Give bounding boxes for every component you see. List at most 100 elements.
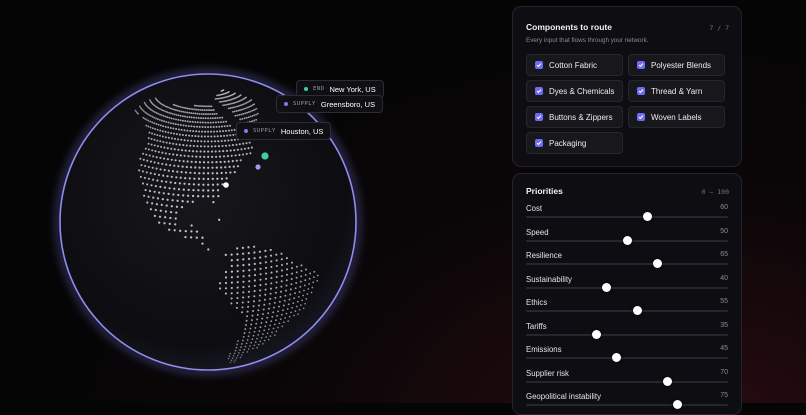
land-dot [218, 125, 221, 128]
land-dot [238, 153, 241, 157]
houston-marker[interactable] [223, 182, 229, 188]
land-dot [154, 208, 157, 212]
land-dot [270, 260, 273, 263]
priority-slider-track[interactable] [526, 357, 728, 359]
land-dot [262, 308, 265, 311]
priority-slider-track[interactable] [526, 333, 728, 336]
component-chip[interactable]: Dyes & Chemicals [526, 80, 623, 102]
land-dot [229, 149, 232, 152]
checkbox-checked-icon[interactable] [637, 87, 645, 95]
location-label-houston[interactable]: SUPPLY Houston, US [236, 122, 332, 140]
land-dot [203, 150, 206, 153]
land-dot [263, 303, 266, 306]
priority-slider-track[interactable] [526, 380, 728, 383]
location-label-greensboro[interactable]: SUPPLY Greensboro, US [276, 95, 384, 113]
component-chip[interactable]: Buttons & Zippers [526, 106, 623, 128]
component-chip[interactable]: Thread & Yarn [628, 80, 725, 102]
priority-slider-handle[interactable] [662, 376, 672, 386]
land-dot [270, 271, 273, 274]
land-dot [234, 106, 237, 108]
checkbox-checked-icon[interactable] [535, 139, 543, 147]
land-dot [264, 283, 267, 286]
land-dot [190, 112, 193, 115]
priority-slider-track[interactable] [526, 216, 728, 218]
land-dot [294, 310, 297, 312]
land-dot [271, 315, 274, 318]
land-dot [264, 249, 267, 252]
land-dot [242, 258, 245, 261]
land-dot [253, 290, 256, 293]
land-dot [193, 125, 196, 128]
land-dot [223, 125, 226, 128]
priority-label: Tariffs [526, 321, 547, 331]
land-dot [194, 135, 197, 138]
priority-slider-track[interactable] [526, 286, 728, 289]
land-dot [143, 176, 146, 179]
priority-slider-handle[interactable] [642, 212, 652, 221]
land-dot [250, 146, 253, 149]
checkbox-checked-icon[interactable] [535, 113, 543, 121]
priority-slider-handle[interactable] [652, 259, 662, 268]
land-dot [242, 280, 245, 283]
land-dot [215, 155, 218, 158]
priority-row: Ethics 55 [526, 298, 728, 321]
land-dot [241, 117, 244, 120]
land-dot [164, 130, 167, 133]
land-dot [153, 144, 156, 147]
land-dot [179, 106, 182, 108]
land-dot [236, 247, 239, 250]
priority-slider-handle[interactable] [602, 282, 612, 292]
land-dot [247, 111, 250, 114]
globe-map[interactable] [0, 0, 500, 403]
land-dot [237, 354, 239, 357]
priority-slider-handle[interactable] [622, 235, 632, 245]
checkbox-checked-icon[interactable] [535, 61, 543, 69]
checkbox-checked-icon[interactable] [637, 61, 645, 69]
land-dot [211, 172, 214, 175]
priority-slider-handle[interactable] [612, 353, 622, 362]
component-chip[interactable]: Cotton Fabric [526, 54, 623, 76]
land-dot [236, 114, 239, 117]
land-dot [178, 143, 181, 146]
land-dot [148, 189, 152, 193]
priority-slider-track[interactable] [526, 310, 728, 312]
land-dot [142, 152, 145, 155]
land-dot [241, 311, 244, 314]
land-dot [217, 140, 220, 143]
land-dot [175, 153, 179, 157]
priority-slider-track[interactable] [526, 263, 728, 265]
land-dot [236, 343, 239, 346]
greensboro-marker[interactable] [255, 164, 261, 170]
priority-row: Supplier risk 70 [526, 369, 728, 392]
land-dot [157, 173, 161, 176]
land-dot [248, 274, 251, 277]
land-dot [255, 107, 258, 110]
land-dot [250, 341, 253, 344]
land-dot [258, 294, 261, 297]
checkbox-checked-icon[interactable] [637, 113, 645, 121]
land-dot [188, 182, 191, 186]
component-chip[interactable]: Packaging [526, 132, 623, 154]
land-dot [180, 110, 183, 113]
component-chip[interactable]: Woven Labels [628, 106, 725, 128]
land-dot [237, 109, 240, 112]
land-dot [198, 166, 201, 169]
land-dot [183, 129, 186, 132]
globe-view[interactable]: END New York, US SUPPLY Greensboro, US S… [0, 0, 500, 403]
land-dot [223, 104, 226, 107]
checkbox-checked-icon[interactable] [535, 87, 543, 95]
component-chip[interactable]: Polyester Blends [628, 54, 725, 76]
land-dot [146, 113, 149, 115]
land-dot [303, 284, 306, 287]
priority-slider-handle[interactable] [673, 400, 682, 409]
priority-slider-handle[interactable] [592, 329, 602, 339]
new-york-marker[interactable] [261, 152, 269, 160]
land-dot [164, 210, 168, 213]
priority-slider-track[interactable] [526, 404, 728, 406]
priority-slider-handle[interactable] [632, 306, 642, 315]
land-dot [312, 281, 315, 284]
land-dot [242, 275, 245, 278]
land-dot [285, 279, 288, 282]
land-dot [157, 162, 160, 165]
land-dot [174, 159, 177, 162]
